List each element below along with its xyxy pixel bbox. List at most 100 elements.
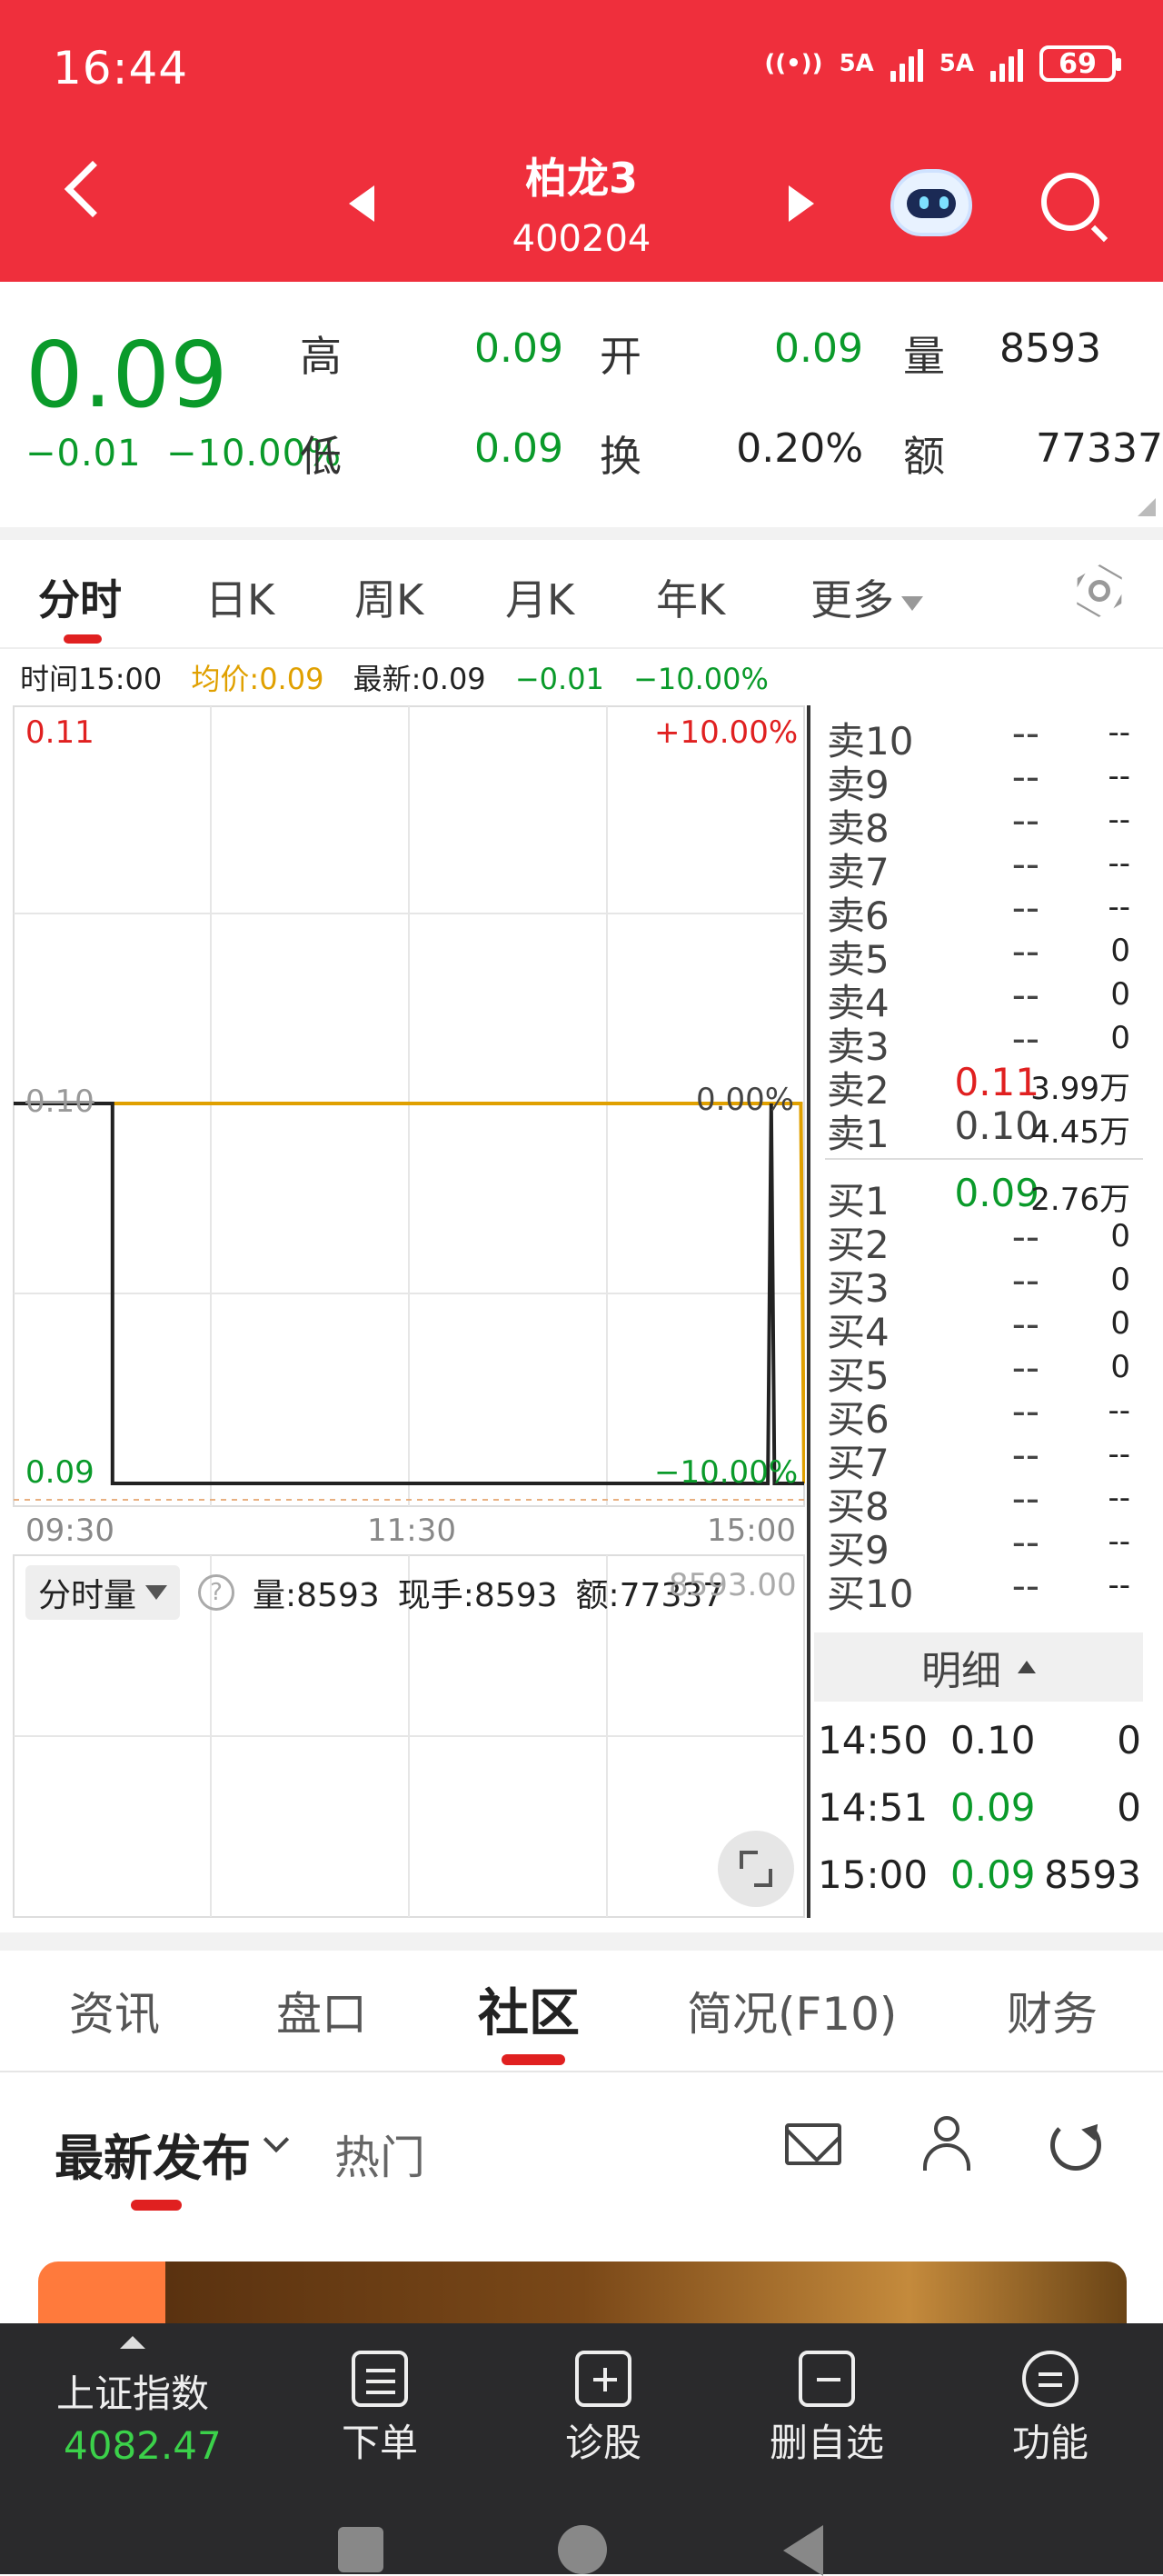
index-value: 4082.47 xyxy=(64,2423,222,2468)
bid-row[interactable]: 买8 -- -- xyxy=(825,1476,1143,1529)
bid-row[interactable]: 买2 -- 0 xyxy=(825,1214,1143,1267)
stock-code: 400204 xyxy=(512,218,651,260)
content-tabs: 资讯 盘口 社区 简况(F10) 财务 xyxy=(0,1951,1163,2072)
community-toolbar: 最新发布 热门 xyxy=(0,2072,1163,2254)
volume-dropdown-label: 分时量 xyxy=(38,1577,137,1614)
low-label: 低 xyxy=(300,432,342,481)
status-time: 16:44 xyxy=(53,42,189,95)
tab-monthly-k[interactable]: 月K xyxy=(505,567,574,627)
volume-axis-max: 8593.00 xyxy=(669,1567,797,1603)
volume-header: 分时量 ? 量:8593 现手:8593 额:77337 xyxy=(25,1565,723,1620)
mail-icon[interactable] xyxy=(785,2123,841,2165)
divider xyxy=(0,1932,1163,1951)
recent-apps-icon[interactable] xyxy=(338,2527,383,2572)
index-name[interactable]: 上证指数 xyxy=(56,2363,209,2419)
volume-dropdown[interactable]: 分时量 xyxy=(25,1565,181,1620)
back-nav-icon[interactable] xyxy=(783,2525,823,2576)
tab-yearly-k[interactable]: 年K xyxy=(656,567,725,627)
ask-row[interactable]: 卖9 -- -- xyxy=(825,754,1143,807)
tab-community[interactable]: 社区 xyxy=(478,1972,580,2046)
ask-list: 卖10 -- -- 卖9 -- -- 卖8 -- -- 卖7 -- -- 卖6 -- -- 卖5 -- 0 卖4 --… xyxy=(825,711,1143,1156)
bid-row[interactable]: 买9 -- -- xyxy=(825,1520,1143,1573)
help-icon[interactable]: ? xyxy=(198,1574,235,1611)
tab-profile[interactable]: 简况(F10) xyxy=(687,1978,897,2043)
ask-price: -- xyxy=(1011,1016,1039,1061)
bid-row[interactable]: 买5 -- 0 xyxy=(825,1345,1143,1398)
info-latest: 最新:0.09 xyxy=(353,662,486,696)
next-stock-icon[interactable] xyxy=(789,185,814,222)
bid-row[interactable]: 买10 -- -- xyxy=(825,1563,1143,1616)
ask-row[interactable]: 卖1 0.10 4.45万 xyxy=(825,1103,1143,1156)
ask-row[interactable]: 卖10 -- -- xyxy=(825,711,1143,764)
ask-row[interactable]: 卖5 -- 0 xyxy=(825,929,1143,982)
tab-weekly-k[interactable]: 周K xyxy=(354,567,423,627)
home-icon[interactable] xyxy=(558,2525,607,2574)
tab-market[interactable]: 盘口 xyxy=(276,1978,367,2043)
ask-price: -- xyxy=(1011,929,1039,973)
net1-label: 5A xyxy=(839,50,874,77)
ask-row[interactable]: 卖3 -- 0 xyxy=(825,1016,1143,1069)
bid-volume: -- xyxy=(1108,1523,1130,1560)
diagnose-icon xyxy=(575,2351,631,2407)
nav-order[interactable]: 下单 xyxy=(307,2351,452,2468)
bid-volume: 0 xyxy=(1110,1262,1130,1298)
volume-label: 量 xyxy=(903,332,945,381)
bid-price: -- xyxy=(1011,1389,1039,1433)
chevron-up-icon[interactable] xyxy=(120,2336,145,2349)
volume-vol: 量:8593 xyxy=(253,1577,380,1614)
trade-price: 0.09 xyxy=(950,1785,1036,1830)
tab-finance[interactable]: 财务 xyxy=(1007,1978,1098,2043)
intraday-chart[interactable] xyxy=(13,705,805,1507)
tab-daily-k[interactable]: 日K xyxy=(205,567,274,627)
nav-functions[interactable]: 功能 xyxy=(978,2351,1123,2468)
latest-posts-tab[interactable]: 最新发布 xyxy=(55,2118,251,2190)
chart-divider xyxy=(807,705,810,1918)
ask-volume: 4.45万 xyxy=(1030,1114,1130,1151)
bid-row[interactable]: 买7 -- -- xyxy=(825,1433,1143,1485)
back-icon[interactable] xyxy=(64,160,122,218)
tab-news[interactable]: 资讯 xyxy=(69,1978,160,2043)
bid-row[interactable]: 买1 0.09 2.76万 xyxy=(825,1171,1143,1223)
chevron-down-icon xyxy=(145,1585,168,1600)
hot-posts-tab[interactable]: 热门 xyxy=(334,2122,425,2187)
ask-row[interactable]: 卖4 -- 0 xyxy=(825,973,1143,1025)
trade-time: 15:00 xyxy=(818,1852,929,1897)
ask-row[interactable]: 卖2 0.11 3.99万 xyxy=(825,1060,1143,1113)
tab-underline xyxy=(131,2200,182,2211)
signal-icon-2 xyxy=(990,45,1023,82)
mid-price-label: 0.10 xyxy=(25,1083,94,1120)
prev-stock-icon[interactable] xyxy=(349,185,374,222)
tab-more[interactable]: 更多 xyxy=(810,567,923,627)
robot-assistant-icon[interactable] xyxy=(890,169,972,236)
refresh-icon[interactable] xyxy=(1050,2120,1101,2171)
expand-corner-icon[interactable] xyxy=(1138,498,1156,516)
ask-volume: 3.99万 xyxy=(1030,1071,1130,1107)
bid-row[interactable]: 买4 -- 0 xyxy=(825,1302,1143,1354)
bid-row[interactable]: 买6 -- -- xyxy=(825,1389,1143,1442)
tab-more-label: 更多 xyxy=(810,575,894,624)
fullscreen-icon[interactable] xyxy=(718,1831,794,1907)
trade-detail-toggle[interactable]: 明细 xyxy=(814,1632,1143,1702)
ask-row[interactable]: 卖6 -- -- xyxy=(825,885,1143,938)
system-nav-bar xyxy=(0,2514,1163,2576)
bid-volume: -- xyxy=(1108,1436,1130,1473)
bid-price: -- xyxy=(1011,1258,1039,1303)
ask-row[interactable]: 卖7 -- -- xyxy=(825,842,1143,894)
user-icon[interactable] xyxy=(921,2116,972,2171)
bid-row[interactable]: 买3 -- 0 xyxy=(825,1258,1143,1311)
ask-volume: -- xyxy=(1108,889,1130,925)
search-icon[interactable] xyxy=(1041,173,1099,231)
tab-underline xyxy=(502,2054,565,2065)
settings-icon-center xyxy=(1088,580,1110,602)
ask-price: -- xyxy=(1011,711,1039,755)
chevron-up-icon xyxy=(1018,1661,1036,1673)
nav-diagnose[interactable]: 诊股 xyxy=(531,2351,676,2468)
mid-pct-label: 0.00% xyxy=(696,1082,795,1118)
chevron-down-icon[interactable] xyxy=(263,2126,290,2153)
open-value: 0.09 xyxy=(774,325,863,372)
ask-row[interactable]: 卖8 -- -- xyxy=(825,798,1143,851)
tab-intraday[interactable]: 分时 xyxy=(38,567,122,627)
info-chg: −0.01 xyxy=(514,662,604,696)
top-price-label: 0.11 xyxy=(25,714,94,751)
nav-remove-watchlist[interactable]: 删自选 xyxy=(754,2351,900,2468)
